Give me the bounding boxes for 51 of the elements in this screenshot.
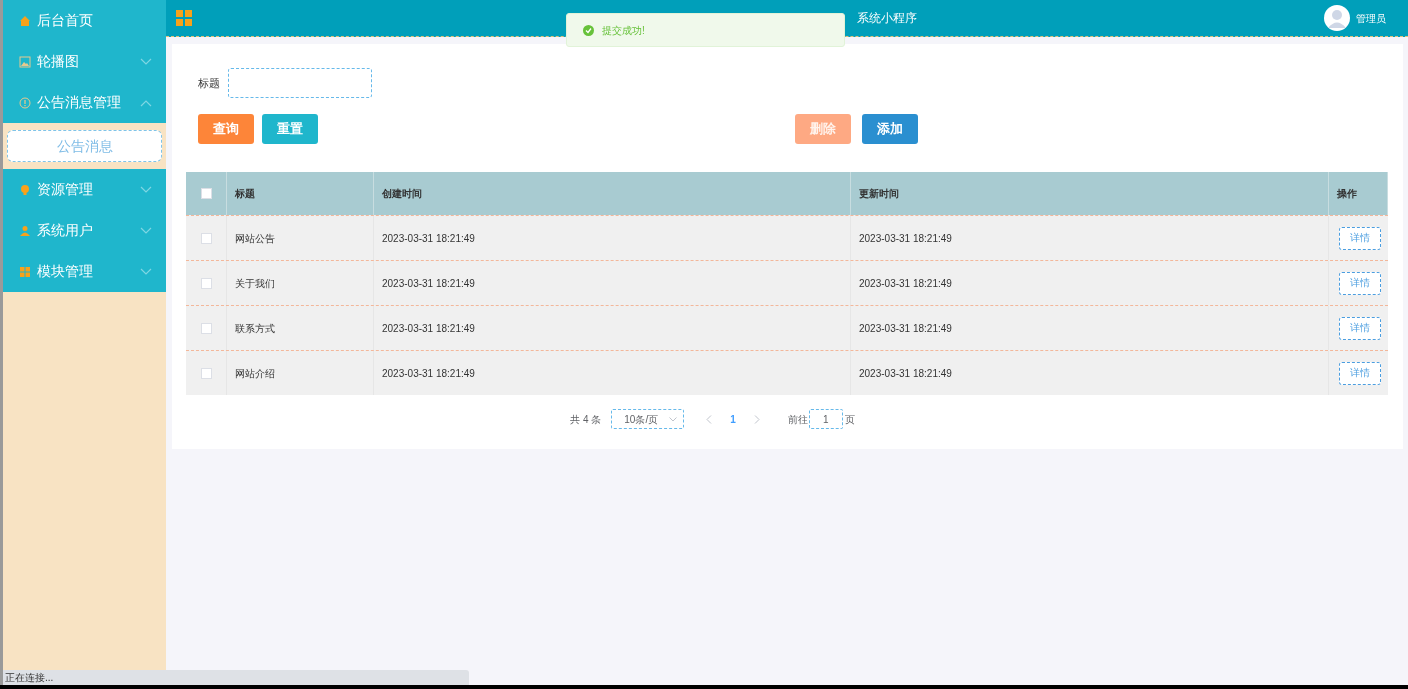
prev-page-icon[interactable] [706, 414, 713, 424]
avatar [1324, 5, 1350, 31]
details-button[interactable]: 详情 [1339, 316, 1381, 340]
user-icon [19, 224, 31, 237]
page-size-select[interactable]: 10条/页 [611, 409, 685, 429]
grid-icon [19, 265, 31, 278]
chevron-down-icon [140, 267, 152, 276]
title-input[interactable] [228, 68, 372, 98]
status-bar: 正在连接... [3, 670, 469, 685]
table-cell: 2023-03-31 18:21:49 [851, 351, 1329, 395]
goto-label: 前往 [787, 412, 808, 427]
chevron-down-icon [669, 416, 678, 422]
checkbox[interactable] [200, 367, 212, 379]
chevron-down-icon [140, 185, 152, 194]
table-cell: 网站介绍 [227, 351, 374, 395]
total-count: 共 4 条 [570, 412, 602, 427]
page-number[interactable]: 1 [722, 411, 744, 427]
chevron-down-icon [140, 226, 152, 235]
submenu-item[interactable]: 公告消息 [7, 130, 162, 162]
success-icon [583, 24, 594, 36]
chevron-down-icon [140, 57, 152, 66]
sidebar-item[interactable]: 模块管理 [3, 251, 166, 292]
table-cell: 2023-03-31 18:21:49 [374, 351, 851, 395]
checkbox[interactable] [200, 277, 212, 289]
sidebar-item[interactable]: 后台首页 [3, 0, 166, 41]
app-title: 系统小程序 [857, 10, 917, 27]
checkbox[interactable] [200, 188, 212, 199]
field-label: 标题 [198, 75, 220, 91]
sidebar-item[interactable]: 公告消息管理 [3, 82, 166, 123]
image-icon [19, 55, 31, 68]
user-name[interactable]: 管理员 [1356, 10, 1386, 26]
details-button[interactable]: 详情 [1339, 361, 1381, 385]
bulb-icon [19, 183, 31, 196]
grid-icon[interactable] [176, 10, 192, 26]
chevron-up-icon [140, 98, 152, 107]
checkbox[interactable] [200, 322, 212, 334]
sidebar-item[interactable]: 系统用户 [3, 210, 166, 251]
toast-message: 提交成功! [602, 23, 645, 38]
action-button[interactable]: 重置 [262, 114, 318, 144]
details-button[interactable]: 详情 [1339, 226, 1381, 250]
details-button[interactable]: 详情 [1339, 271, 1381, 295]
info-icon [19, 96, 31, 109]
home-icon [19, 14, 31, 27]
sidebar-item[interactable]: 轮播图 [3, 41, 166, 82]
checkbox[interactable] [200, 232, 212, 244]
goto-page-input[interactable]: 1 [808, 409, 843, 429]
action-button[interactable]: 添加 [862, 114, 918, 144]
page-suffix: 页 [844, 412, 855, 427]
next-page-icon[interactable] [753, 414, 760, 424]
action-button[interactable]: 查询 [198, 114, 254, 144]
sidebar-item[interactable]: 资源管理 [3, 169, 166, 210]
